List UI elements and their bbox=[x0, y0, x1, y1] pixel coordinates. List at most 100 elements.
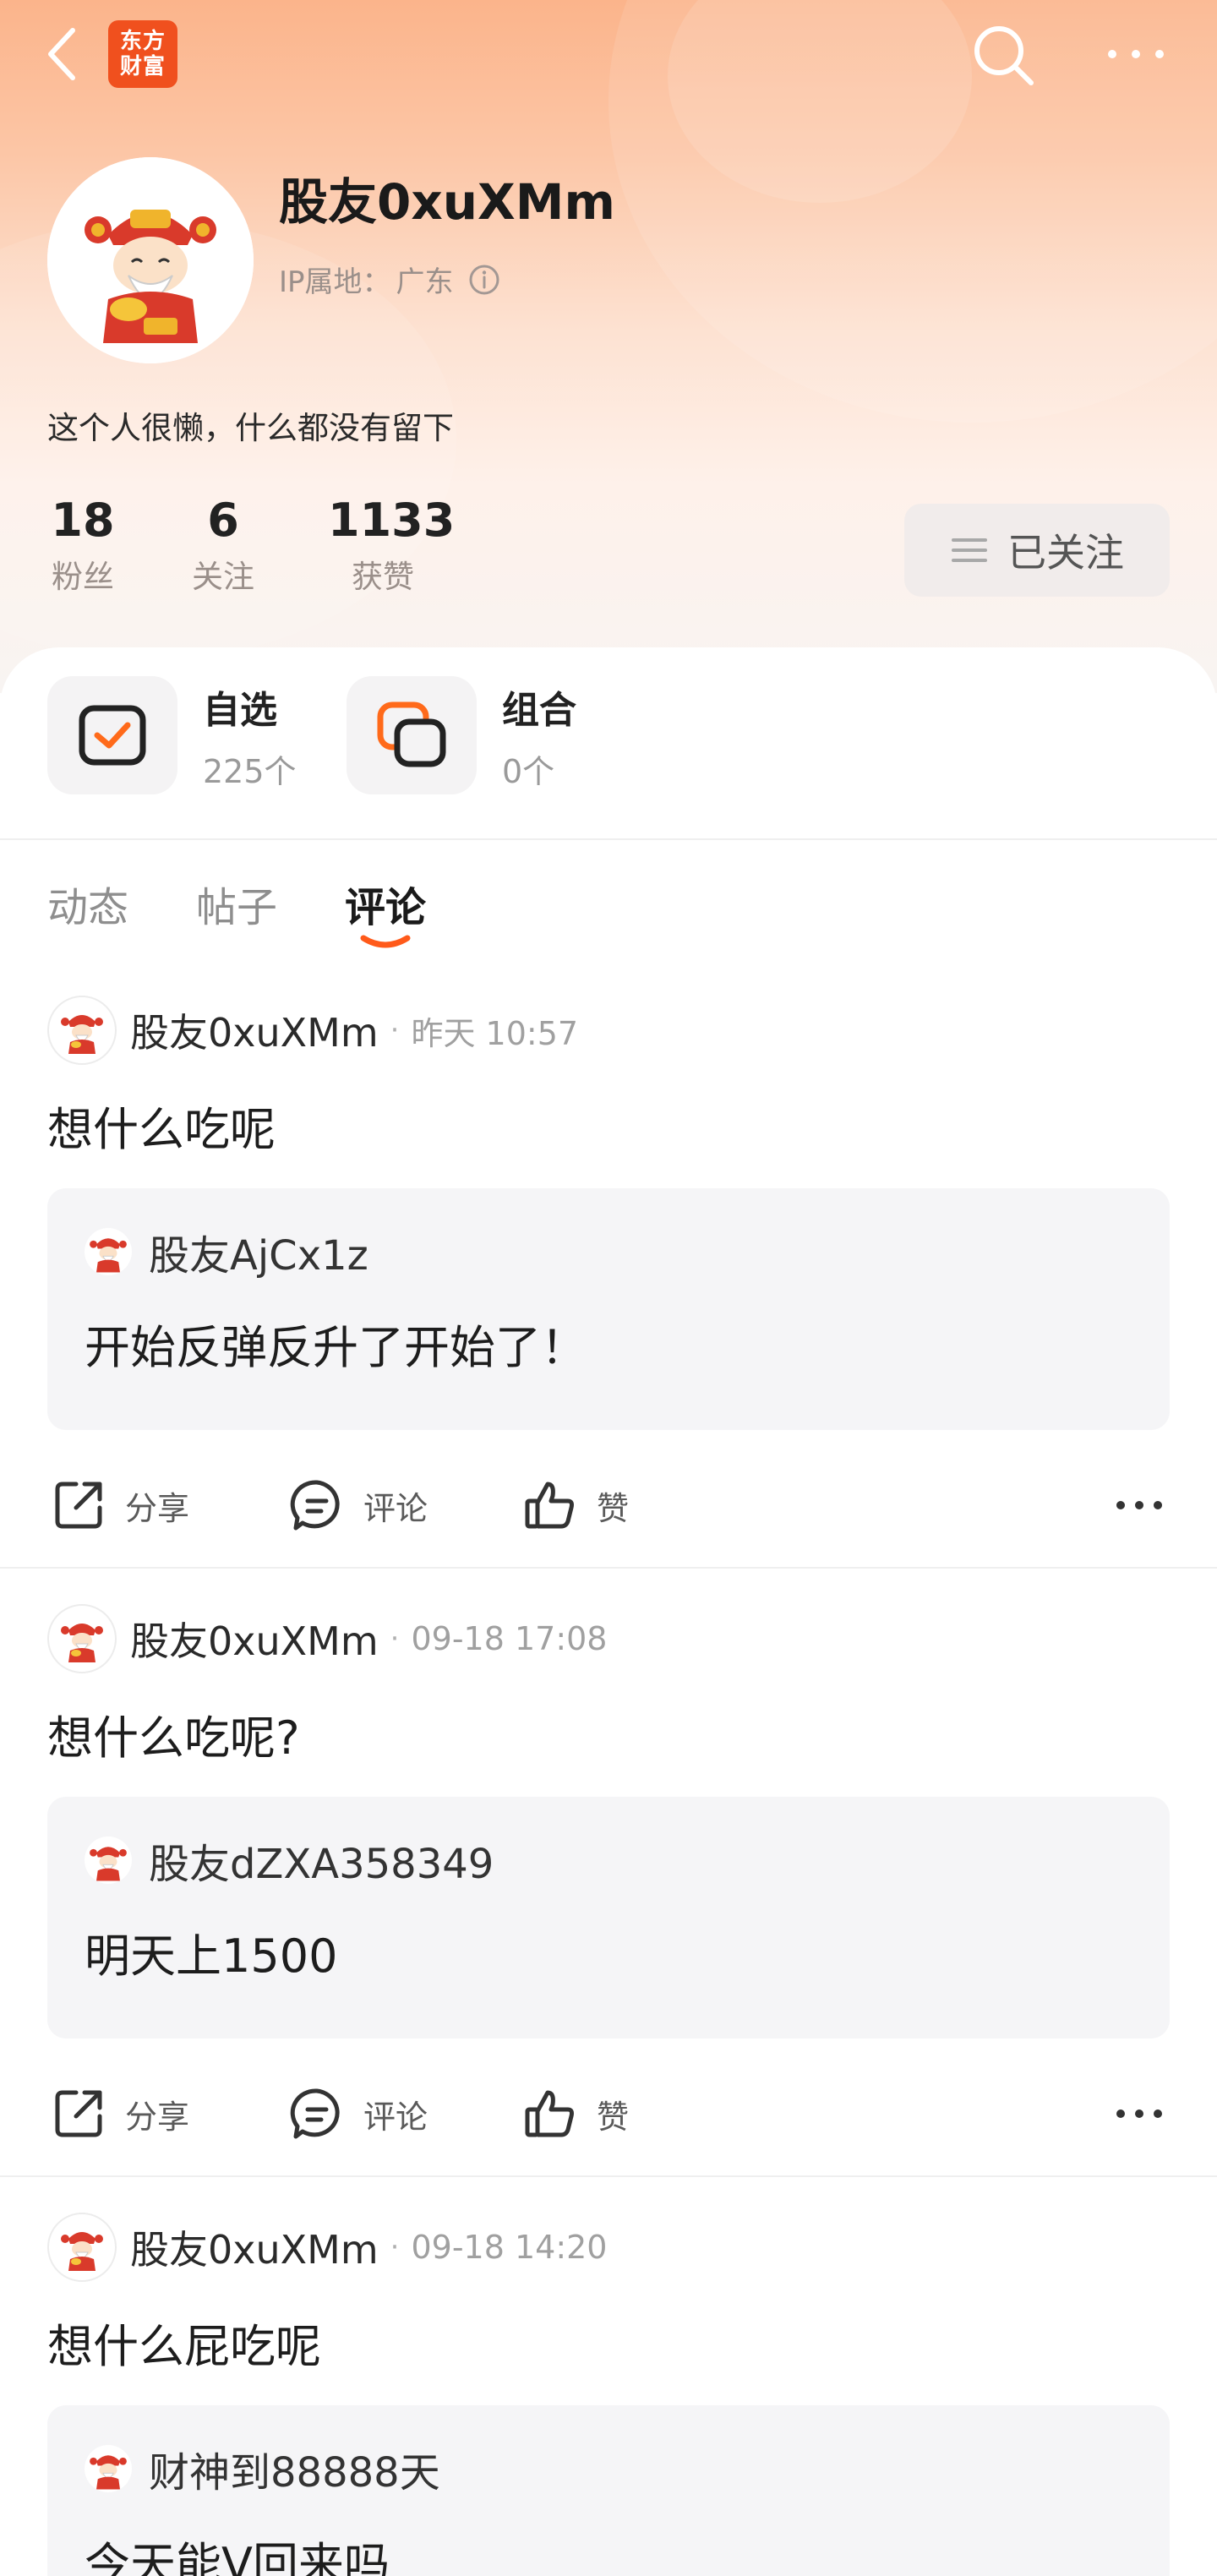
god-of-wealth-avatar-icon bbox=[61, 1624, 103, 1662]
post-more-button[interactable] bbox=[1109, 2076, 1170, 2152]
like-label: 赞 bbox=[597, 2098, 630, 2136]
share-button[interactable]: 分享 bbox=[51, 2076, 189, 2152]
quoted-post[interactable]: 财神到88888天 今天能V回来吗 bbox=[47, 2405, 1170, 2576]
checkbox-check-icon bbox=[79, 705, 146, 766]
god-of-wealth-avatar-icon bbox=[47, 157, 254, 363]
post-time: 09-18 14:20 bbox=[411, 2229, 608, 2266]
profile-tabs: 动态 帖子 评论 bbox=[0, 862, 1217, 955]
comment-button[interactable]: 评论 bbox=[289, 2076, 428, 2152]
quoted-text: 明天上1500 bbox=[85, 1929, 338, 1983]
info-icon[interactable] bbox=[467, 263, 501, 297]
author-name[interactable]: 股友0xuXMm bbox=[130, 1002, 379, 1058]
god-of-wealth-avatar-icon bbox=[85, 1228, 132, 1275]
post-actions: 分享 评论 赞 bbox=[47, 2076, 1170, 2152]
quoted-author-avatar bbox=[85, 2445, 132, 2492]
post-more-button[interactable] bbox=[1109, 1467, 1170, 1543]
stat-value: 1133 bbox=[328, 494, 456, 547]
portfolio-entry[interactable]: 组合 0个 bbox=[347, 676, 576, 794]
post-meta: 股友0xuXMm · 09-18 17:08 bbox=[47, 1602, 607, 1675]
tab-active-indicator bbox=[360, 935, 411, 948]
post-time: 09-18 17:08 bbox=[411, 1620, 608, 1657]
portfolio-label: 组合 bbox=[502, 688, 576, 732]
stat-following[interactable]: 6 关注 bbox=[188, 494, 259, 597]
quoted-author-name: 股友AjCx1z bbox=[149, 1232, 368, 1280]
search-icon bbox=[974, 26, 1034, 85]
post-content: 想什么吃呢? bbox=[47, 1711, 300, 1765]
god-of-wealth-avatar-icon bbox=[85, 1836, 132, 1884]
ip-value: 广东 bbox=[396, 265, 454, 299]
author-avatar[interactable] bbox=[47, 2213, 117, 2282]
stat-value: 6 bbox=[207, 494, 239, 547]
tab-comments[interactable]: 评论 bbox=[345, 874, 426, 933]
post-content: 想什么屁吃呢 bbox=[47, 2320, 321, 2373]
tab-posts[interactable]: 帖子 bbox=[196, 874, 277, 933]
quoted-text: 开始反弹反升了开始了！ bbox=[85, 1321, 587, 1374]
divider bbox=[0, 838, 1217, 840]
share-icon bbox=[55, 2090, 102, 2137]
like-button[interactable]: 赞 bbox=[522, 1467, 629, 1543]
ip-label: IP属地： bbox=[279, 265, 391, 299]
god-of-wealth-avatar-icon bbox=[61, 1015, 103, 1054]
watchlist-count: 225个 bbox=[203, 752, 297, 790]
author-name[interactable]: 股友0xuXMm bbox=[130, 2219, 379, 2275]
comment-bubble-icon bbox=[290, 2088, 340, 2139]
god-of-wealth-avatar-icon bbox=[61, 2232, 103, 2271]
profile-avatar[interactable] bbox=[47, 157, 254, 363]
divider bbox=[0, 2175, 1217, 2177]
search-button[interactable] bbox=[970, 22, 1038, 90]
share-label: 分享 bbox=[125, 2098, 190, 2136]
quoted-post[interactable]: 股友AjCx1z 开始反弹反升了开始了！ bbox=[47, 1188, 1170, 1430]
comment-bubble-icon bbox=[290, 1480, 340, 1531]
tab-activity[interactable]: 动态 bbox=[47, 874, 128, 933]
quoted-text: 今天能V回来吗 bbox=[85, 2538, 390, 2576]
share-button[interactable]: 分享 bbox=[51, 1467, 189, 1543]
more-options-button[interactable] bbox=[1102, 22, 1170, 90]
followed-button-label: 已关注 bbox=[1007, 530, 1124, 576]
share-label: 分享 bbox=[125, 1489, 190, 1527]
thumbs-up-icon bbox=[525, 2090, 574, 2137]
quoted-post[interactable]: 股友dZXA358349 明天上1500 bbox=[47, 1797, 1170, 2038]
app-logo: 东方 财富 bbox=[108, 20, 177, 88]
post-actions: 分享 评论 赞 bbox=[47, 1467, 1170, 1543]
comment-label: 评论 bbox=[363, 2098, 428, 2136]
quoted-author-avatar bbox=[85, 1228, 132, 1275]
profile-name: 股友0xuXMm bbox=[279, 173, 615, 231]
separator-dot: · bbox=[390, 2230, 400, 2264]
comment-post[interactable]: 股友0xuXMm · 09-18 14:20 想什么屁吃呢 财神到88888天 … bbox=[0, 2211, 1217, 2576]
stat-value: 18 bbox=[51, 494, 115, 547]
like-label: 赞 bbox=[597, 1489, 630, 1527]
author-name[interactable]: 股友0xuXMm bbox=[130, 1611, 379, 1667]
watchlist-tile bbox=[47, 676, 177, 794]
ip-location: IP属地： 广东 bbox=[279, 259, 501, 300]
comment-post[interactable]: 股友0xuXMm · 昨天 10:57 想什么吃呢 股友AjCx1z 开始反弹反… bbox=[0, 994, 1217, 1569]
stat-fans[interactable]: 18 粉丝 bbox=[47, 494, 118, 597]
thumbs-up-icon bbox=[525, 1482, 574, 1529]
comment-button[interactable]: 评论 bbox=[289, 1467, 428, 1543]
comment-label: 评论 bbox=[363, 1489, 428, 1527]
stat-label: 关注 bbox=[192, 559, 254, 595]
stat-label: 获赞 bbox=[352, 559, 414, 595]
more-dots-icon bbox=[1116, 1501, 1162, 1509]
like-button[interactable]: 赞 bbox=[522, 2076, 629, 2152]
post-time: 昨天 10:57 bbox=[411, 1014, 579, 1052]
followed-button[interactable]: 已关注 bbox=[904, 504, 1170, 597]
chevron-left-icon bbox=[48, 28, 75, 80]
back-button[interactable] bbox=[39, 22, 90, 86]
more-dots-icon bbox=[1108, 50, 1164, 58]
post-meta: 股友0xuXMm · 09-18 14:20 bbox=[47, 2211, 607, 2284]
quoted-author-avatar bbox=[85, 1836, 132, 1884]
watchlist-label: 自选 bbox=[203, 688, 277, 732]
top-bar: 东方 财富 bbox=[0, 0, 1217, 110]
separator-dot: · bbox=[390, 1622, 400, 1656]
stat-likes[interactable]: 1133 获赞 bbox=[328, 494, 456, 597]
profile-bio: 这个人很懒，什么都没有留下 bbox=[47, 410, 454, 446]
portfolio-count: 0个 bbox=[502, 752, 555, 790]
author-avatar[interactable] bbox=[47, 996, 117, 1065]
author-avatar[interactable] bbox=[47, 1604, 117, 1673]
quoted-author-name: 股友dZXA358349 bbox=[149, 1841, 494, 1888]
portfolio-tile bbox=[347, 676, 477, 794]
quoted-author-name: 财神到88888天 bbox=[149, 2449, 440, 2497]
watchlist-entry[interactable]: 自选 225个 bbox=[47, 676, 297, 794]
stat-label: 粉丝 bbox=[52, 559, 114, 595]
comment-post[interactable]: 股友0xuXMm · 09-18 17:08 想什么吃呢? 股友dZXA3583… bbox=[0, 1602, 1217, 2177]
